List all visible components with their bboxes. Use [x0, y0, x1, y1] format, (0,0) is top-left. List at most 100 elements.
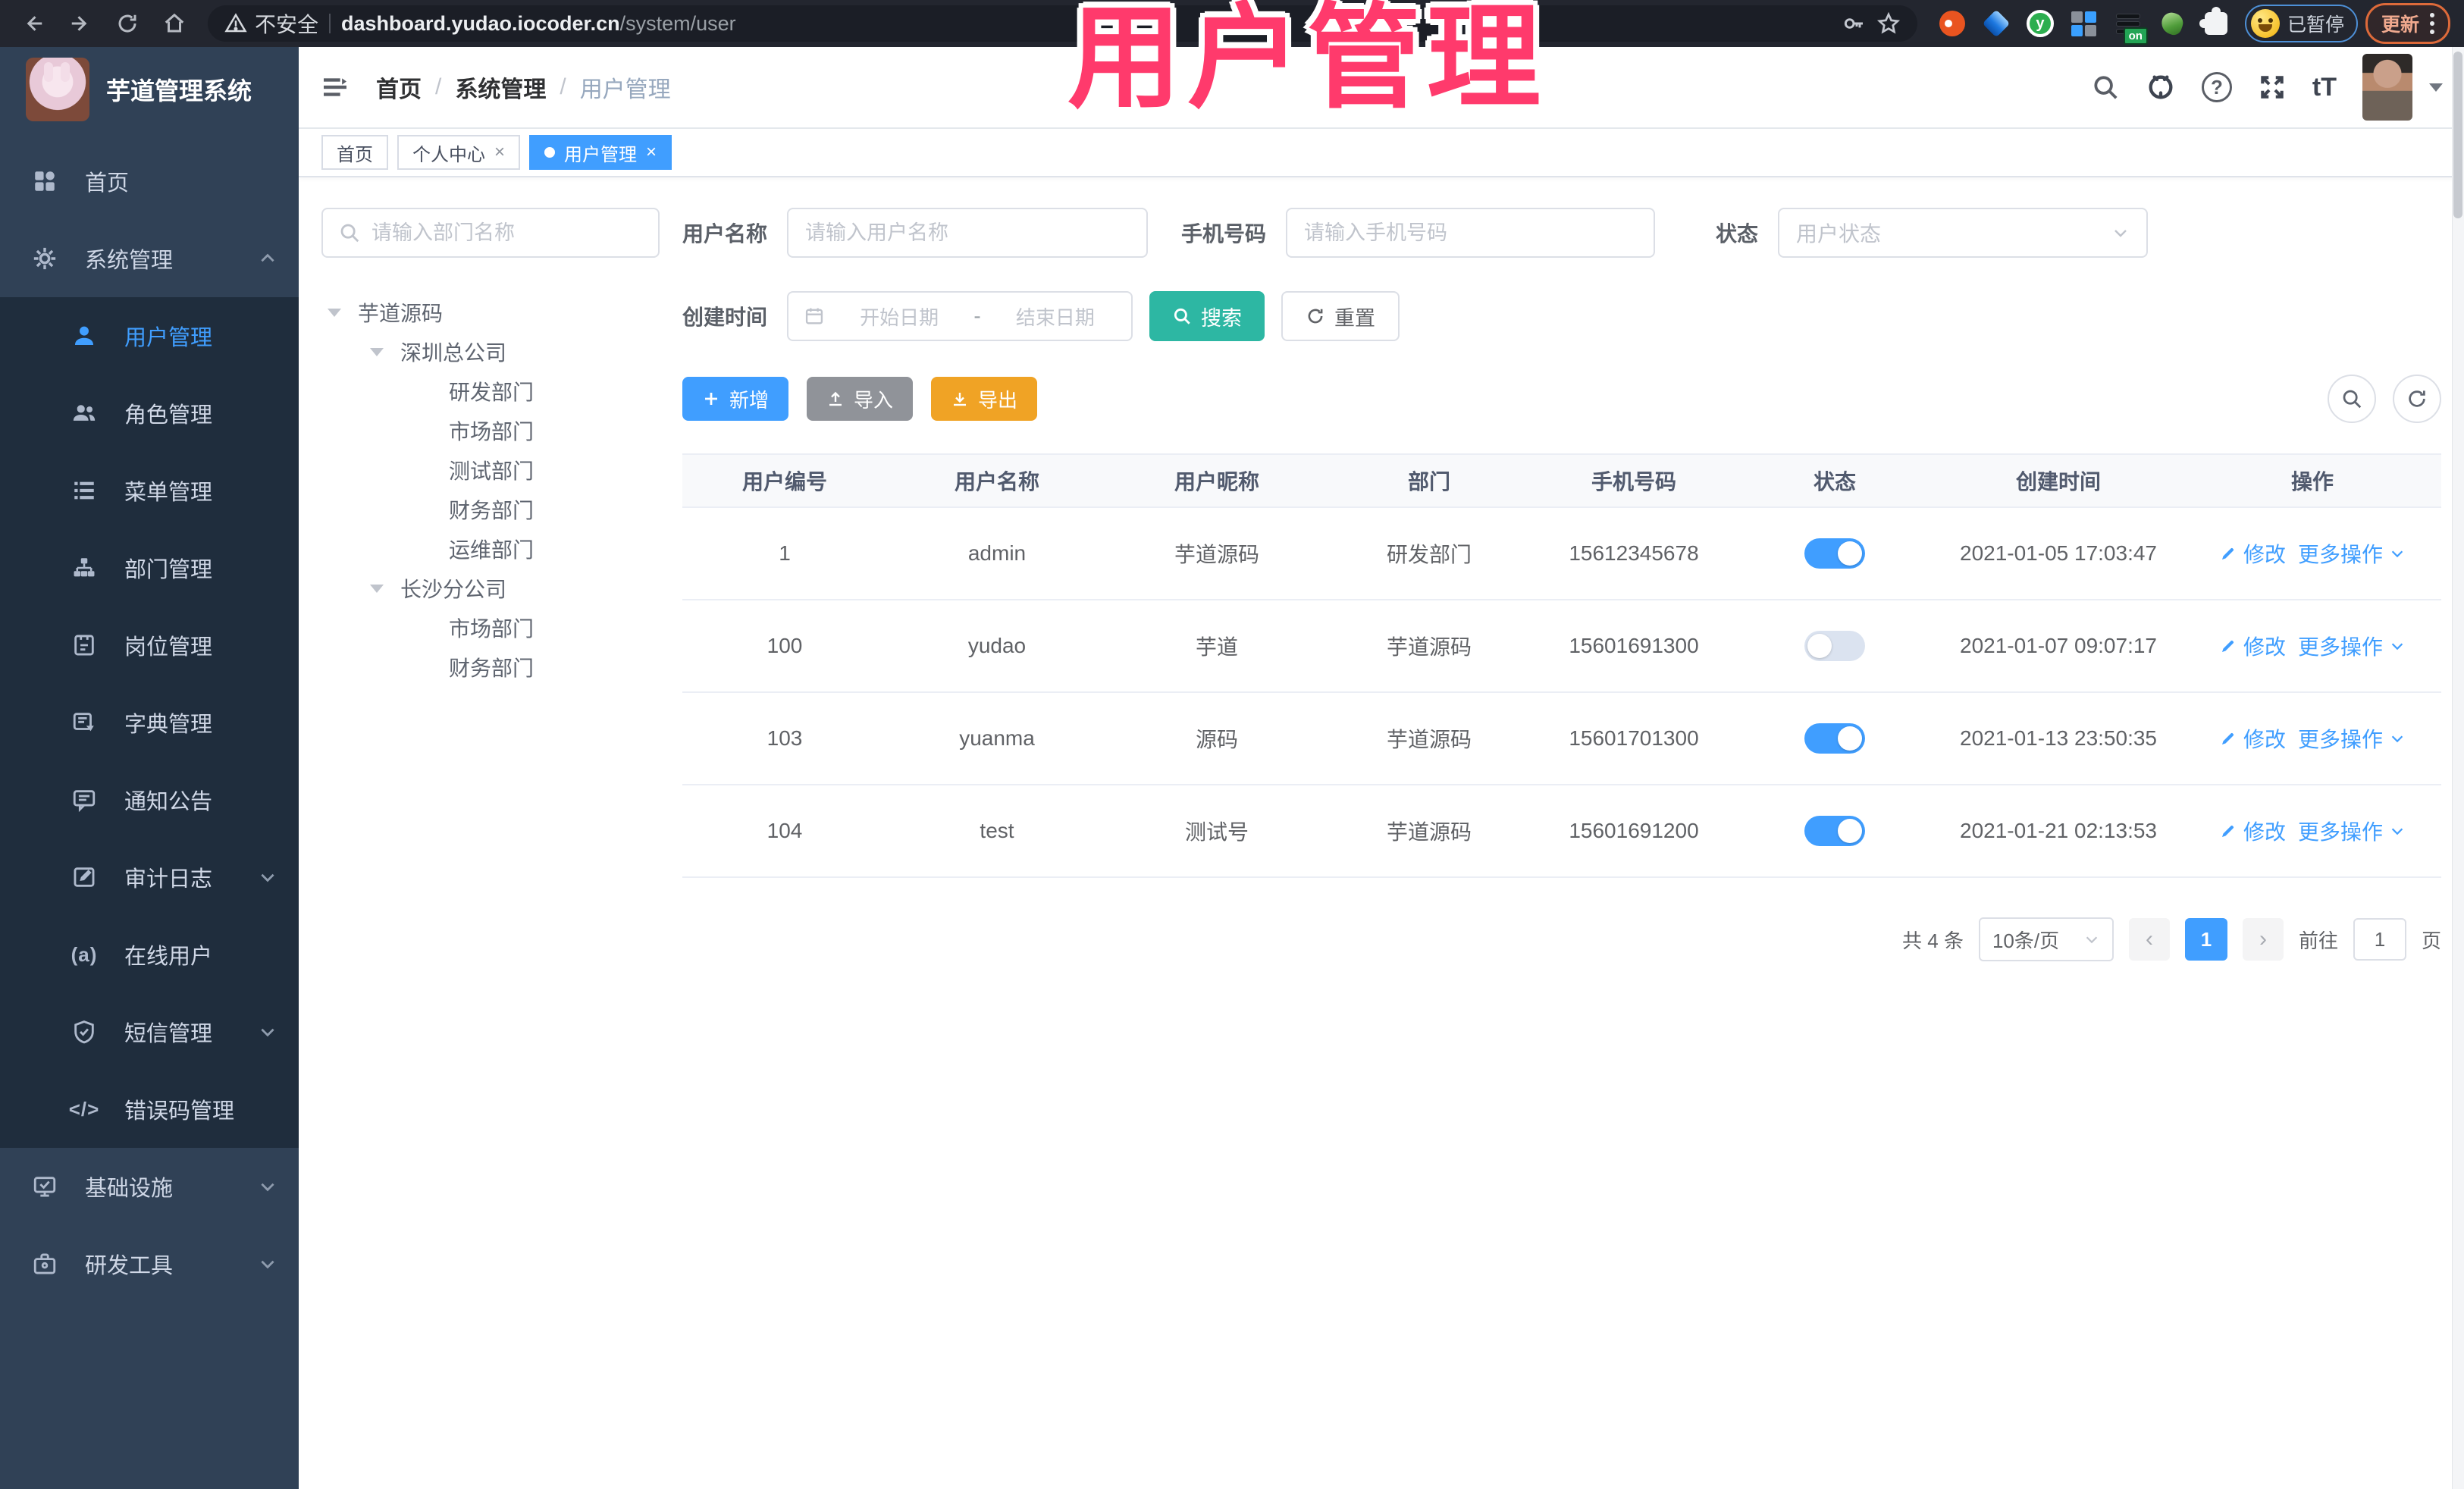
address-bar[interactable]: 不安全 dashboard.yudao.iocoder.cn/system/us…: [208, 5, 1917, 42]
tree-node-dept[interactable]: 研发部门: [321, 371, 660, 411]
extension-key-icon[interactable]: [2158, 10, 2186, 37]
help-icon[interactable]: ?: [2201, 72, 2232, 102]
more-actions-link[interactable]: 更多操作: [2298, 723, 2406, 754]
password-key-icon[interactable]: [1842, 11, 1866, 36]
avatar-caret-icon[interactable]: [2429, 83, 2443, 92]
tree-node-dept[interactable]: 财务部门: [321, 647, 660, 687]
prev-page-button[interactable]: ‹: [2128, 918, 2170, 961]
sidebar-item-dict-mgmt[interactable]: 字典管理: [0, 684, 299, 761]
tree-node-label: 芋道源码: [358, 302, 444, 325]
page-size-select[interactable]: 10条/页: [1978, 917, 2114, 961]
more-actions-link[interactable]: 更多操作: [2298, 816, 2406, 846]
sidebar-item-post-mgmt[interactable]: 岗位管理: [0, 607, 299, 684]
tree-node-root[interactable]: 芋道源码: [321, 293, 660, 332]
status-toggle[interactable]: [1804, 538, 1865, 569]
tree-expand-icon[interactable]: [370, 347, 384, 356]
sidebar-item-sms-mgmt[interactable]: 短信管理: [0, 993, 299, 1071]
sidebar-item-system[interactable]: 系统管理: [0, 220, 299, 297]
close-icon[interactable]: ×: [646, 142, 657, 163]
sidebar-item-menu-mgmt[interactable]: 菜单管理: [0, 452, 299, 529]
security-warning[interactable]: 不安全: [224, 8, 318, 39]
tree-node-dept[interactable]: 市场部门: [321, 608, 660, 647]
page-1-button[interactable]: 1: [2184, 918, 2227, 961]
browser-menu-icon[interactable]: [2430, 13, 2434, 34]
status-toggle[interactable]: [1804, 816, 1865, 846]
mobile-label: 手机号码: [1181, 222, 1267, 246]
search-button[interactable]: 搜索: [1149, 291, 1265, 341]
sidebar-item-errcode-mgmt[interactable]: </> 错误码管理: [0, 1071, 299, 1148]
edit-link[interactable]: 修改: [2219, 538, 2286, 569]
dept-search-input[interactable]: [371, 221, 643, 245]
import-button[interactable]: 导入: [807, 377, 914, 421]
font-size-icon[interactable]: tT: [2312, 73, 2337, 102]
browser-reload-button[interactable]: [108, 4, 147, 43]
chevron-down-icon: [258, 1177, 277, 1196]
sidebar-item-audit-log[interactable]: 审计日志: [0, 839, 299, 916]
close-icon[interactable]: ×: [494, 142, 505, 163]
tree-node-dept[interactable]: 市场部门: [321, 411, 660, 450]
sidebar-item-dept-mgmt[interactable]: 部门管理: [0, 529, 299, 607]
browser-forward-button[interactable]: [61, 4, 100, 43]
reset-button[interactable]: 重置: [1281, 291, 1400, 341]
extension-switch-icon[interactable]: on: [2114, 10, 2148, 45]
tree-node-branch[interactable]: 长沙分公司: [321, 569, 660, 608]
add-button[interactable]: 新增: [682, 377, 789, 421]
edit-link[interactable]: 修改: [2219, 631, 2286, 661]
tab-home[interactable]: 首页: [321, 135, 388, 170]
cell-user-id: 104: [766, 819, 803, 842]
browser-home-button[interactable]: [155, 4, 194, 43]
status-toggle[interactable]: [1804, 631, 1865, 661]
bookmark-star-icon[interactable]: [1876, 11, 1901, 36]
scrollbar-thumb[interactable]: [2453, 52, 2462, 218]
sidebar-item-home[interactable]: 首页: [0, 143, 299, 220]
username-input[interactable]: [787, 208, 1149, 258]
status-toggle[interactable]: [1804, 723, 1865, 754]
extension-gem-icon[interactable]: [1982, 9, 2011, 38]
sidebar-item-notice-mgmt[interactable]: 通知公告: [0, 761, 299, 839]
edit-link[interactable]: 修改: [2219, 723, 2286, 754]
browser-back-button[interactable]: [14, 4, 53, 43]
edit-link[interactable]: 修改: [2219, 816, 2286, 846]
fullscreen-icon[interactable]: [2258, 73, 2287, 102]
dept-search-box[interactable]: [321, 208, 660, 258]
show-search-button[interactable]: [2328, 375, 2376, 423]
status-select[interactable]: 用户状态: [1778, 208, 2149, 258]
extension-puzzle-icon[interactable]: [2199, 7, 2230, 37]
refresh-table-button[interactable]: [2393, 375, 2441, 423]
extension-green-icon[interactable]: y: [2026, 10, 2054, 37]
app-logo[interactable]: 芋道管理系统: [0, 47, 299, 132]
tree-expand-icon[interactable]: [328, 308, 341, 317]
sidebar-item-infrastructure[interactable]: 基础设施: [0, 1148, 299, 1225]
sidebar-item-role-mgmt[interactable]: 角色管理: [0, 375, 299, 452]
extension-squares-icon[interactable]: [2071, 10, 2098, 37]
more-actions-link[interactable]: 更多操作: [2298, 631, 2406, 661]
export-button[interactable]: 导出: [931, 377, 1038, 421]
sidebar-item-label: 用户管理: [124, 326, 213, 350]
more-actions-link[interactable]: 更多操作: [2298, 538, 2406, 569]
mobile-input[interactable]: [1286, 208, 1656, 258]
date-range-picker[interactable]: 开始日期 - 结束日期: [787, 291, 1133, 341]
tree-expand-icon[interactable]: [370, 584, 384, 593]
breadcrumb-system[interactable]: 系统管理: [455, 71, 546, 104]
tree-node-company[interactable]: 深圳总公司: [321, 332, 660, 371]
tab-profile[interactable]: 个人中心 ×: [397, 135, 521, 170]
col-header: 用户编号: [741, 470, 827, 494]
sidebar-item-user-mgmt[interactable]: 用户管理: [0, 297, 299, 375]
sidebar-item-devtools[interactable]: 研发工具: [0, 1225, 299, 1302]
page-scrollbar[interactable]: [2452, 47, 2464, 1489]
breadcrumb-home[interactable]: 首页: [376, 71, 422, 104]
tree-node-dept[interactable]: 财务部门: [321, 490, 660, 529]
extension-ubuntu-icon[interactable]: [1939, 10, 1966, 37]
tree-node-dept[interactable]: 运维部门: [321, 529, 660, 569]
browser-update-button[interactable]: 更新: [2365, 3, 2450, 44]
search-icon[interactable]: [2091, 73, 2120, 102]
user-avatar[interactable]: [2362, 54, 2412, 121]
goto-page-input[interactable]: [2353, 918, 2406, 961]
sidebar-toggle-icon[interactable]: [320, 72, 350, 102]
github-icon[interactable]: [2146, 72, 2176, 102]
next-page-button[interactable]: ›: [2242, 918, 2284, 961]
tab-user-mgmt[interactable]: 用户管理 ×: [529, 135, 672, 170]
sidebar-item-online-users[interactable]: (a) 在线用户: [0, 916, 299, 993]
browser-profile-chip[interactable]: 已暂停: [2244, 5, 2358, 42]
tree-node-dept[interactable]: 测试部门: [321, 450, 660, 490]
